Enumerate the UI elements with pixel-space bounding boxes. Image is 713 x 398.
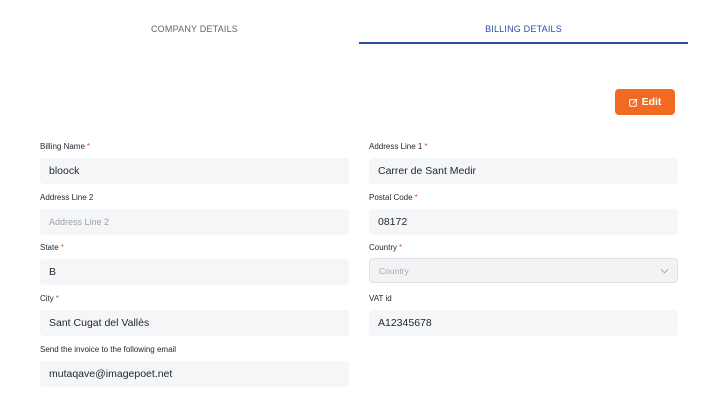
vat-id-label: VAT id <box>369 294 392 303</box>
country-label-text: Country <box>369 243 398 252</box>
country-select-placeholder: Country <box>379 265 409 276</box>
required-mark: * <box>60 243 64 252</box>
invoice-email-label: Send the invoice to the following email <box>40 345 176 354</box>
country-select[interactable]: Country <box>369 258 678 283</box>
edit-button[interactable]: Edit <box>615 89 675 115</box>
city-label: City * <box>40 294 59 303</box>
required-mark: * <box>399 243 403 252</box>
edit-button-label: Edit <box>641 96 662 108</box>
invoice-email-label-text: Send the invoice to the following email <box>40 345 177 354</box>
state-input[interactable]: B <box>40 259 349 285</box>
postal-code-label: Postal Code * <box>369 193 418 202</box>
postal-code-input[interactable]: 08172 <box>369 209 678 235</box>
invoice-email-input[interactable]: mutaqave@imagepoet.net <box>40 361 349 387</box>
state-label: State * <box>40 243 64 252</box>
city-input[interactable]: Sant Cugat del Vallès <box>40 310 349 336</box>
tab-billing-details[interactable]: BILLING DETAILS <box>359 14 688 44</box>
city-label-text: City <box>40 294 54 303</box>
vat-id-label-text: VAT id <box>369 294 392 303</box>
country-label: Country * <box>369 243 402 252</box>
required-mark: * <box>424 142 428 151</box>
billing-name-label: Billing Name * <box>40 142 90 151</box>
address-line-1-label-text: Address Line 1 <box>369 142 423 151</box>
tab-company-details[interactable]: COMPANY DETAILS <box>30 14 359 44</box>
state-label-text: State <box>40 243 59 252</box>
address-line-1-label: Address Line 1 * <box>369 142 428 151</box>
address-line-2-label: Address Line 2 <box>40 193 93 202</box>
billing-name-input[interactable]: bloock <box>40 158 349 184</box>
required-mark: * <box>414 193 418 202</box>
postal-code-label-text: Postal Code <box>369 193 413 202</box>
required-mark: * <box>55 294 59 303</box>
tab-bar: COMPANY DETAILS BILLING DETAILS <box>30 14 688 44</box>
vat-id-input[interactable]: A12345678 <box>369 310 678 336</box>
required-mark: * <box>86 142 91 151</box>
address-line-2-input[interactable]: Address Line 2 <box>40 209 349 235</box>
billing-name-label-text: Billing Name <box>40 142 85 151</box>
address-line-1-input[interactable]: Carrer de Sant Medir <box>369 158 678 184</box>
chevron-down-icon <box>660 268 669 274</box>
edit-icon <box>628 98 638 107</box>
address-line-2-label-text: Address Line 2 <box>40 193 94 202</box>
